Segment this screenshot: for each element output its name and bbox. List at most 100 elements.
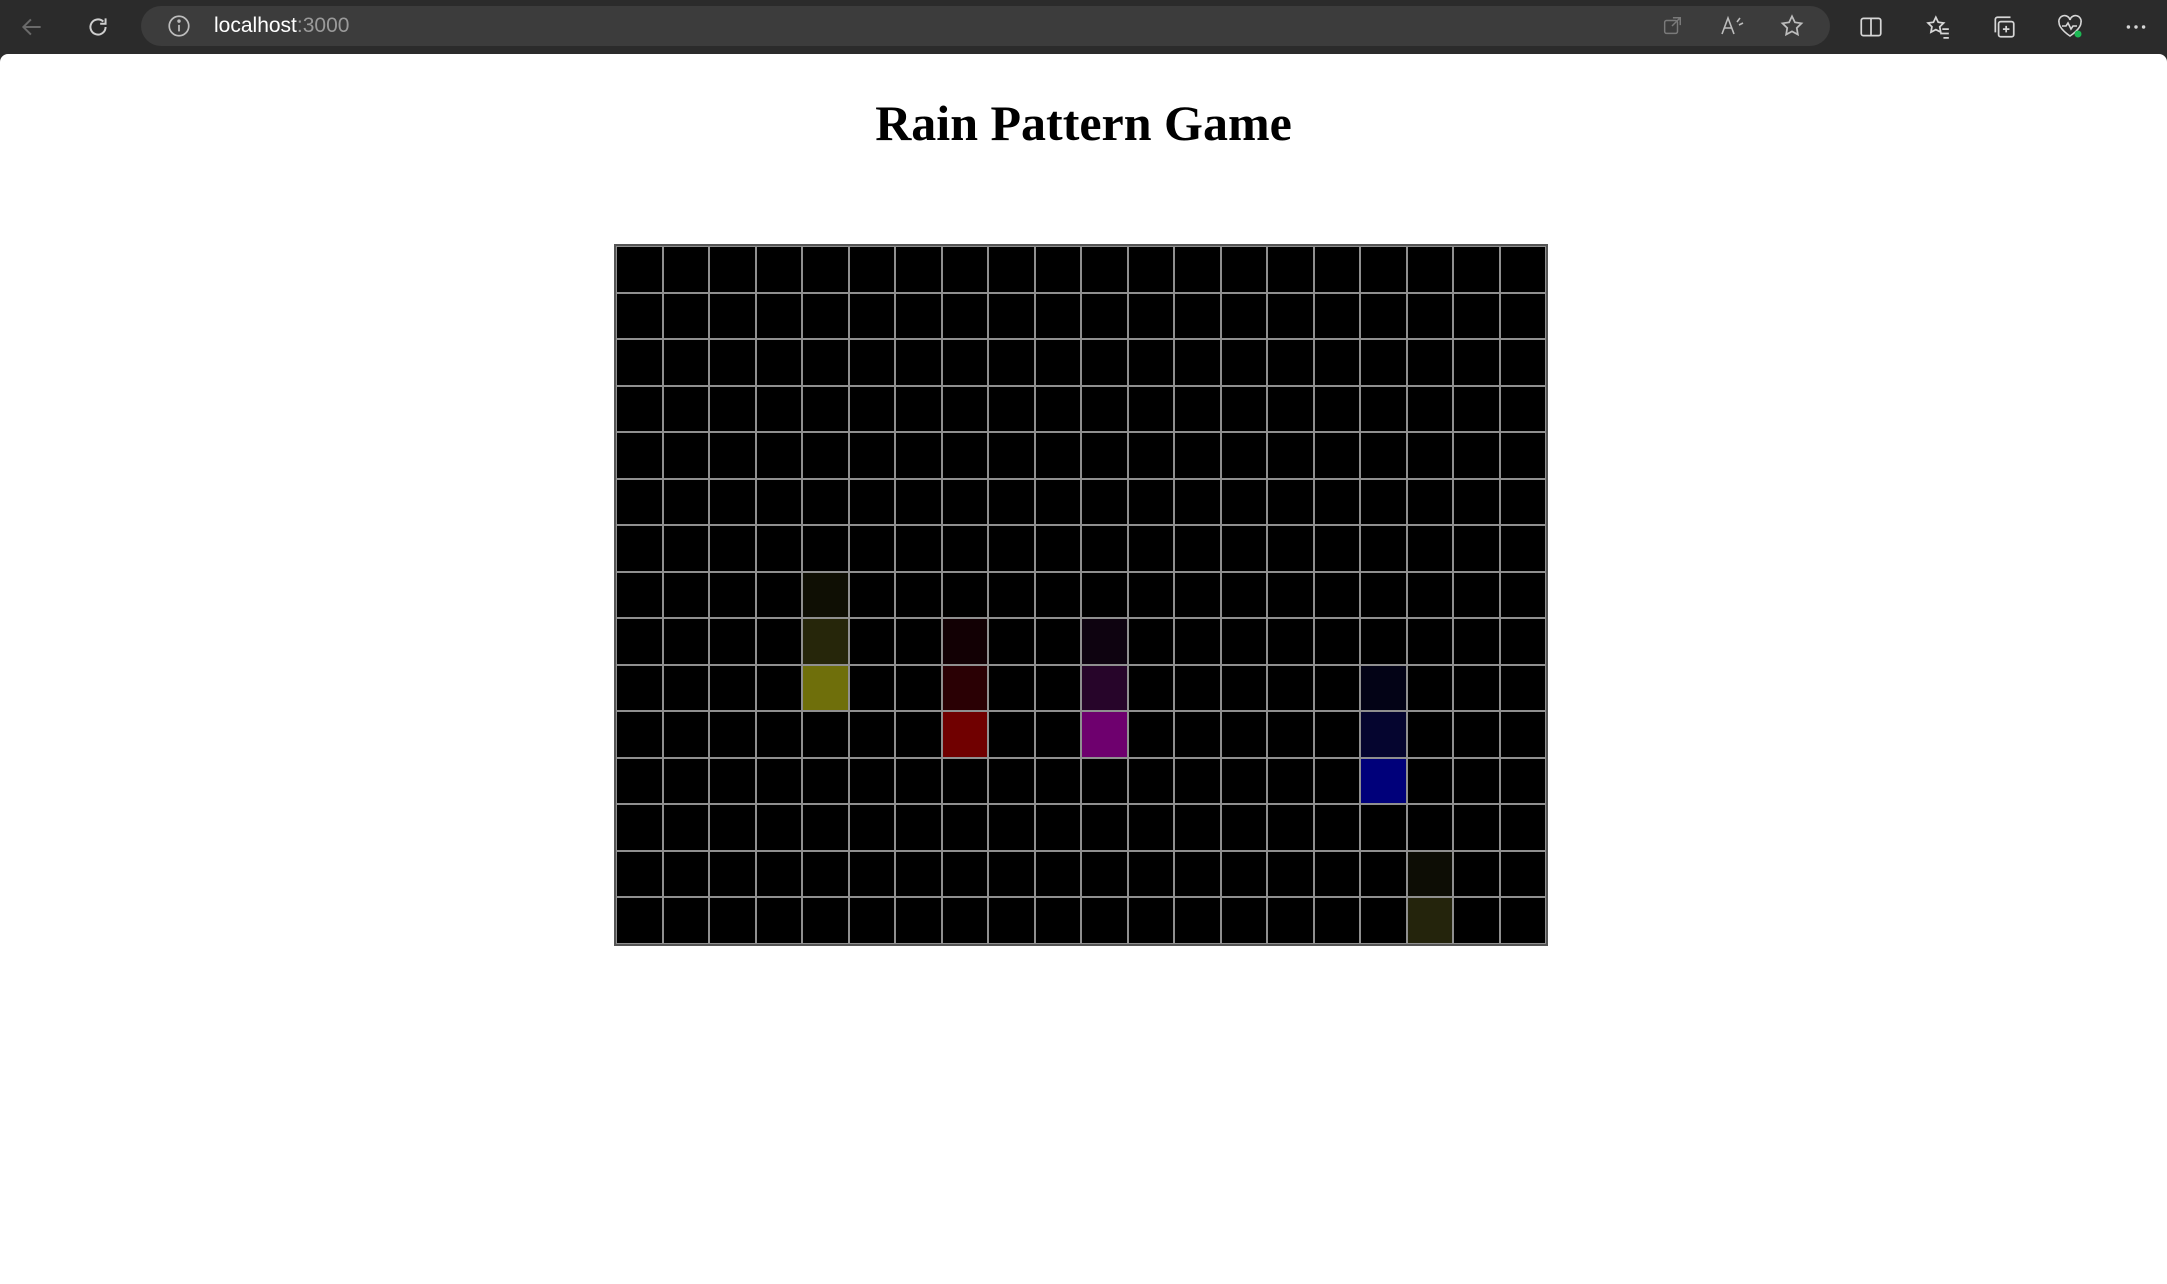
grid-cell[interactable] (1453, 478, 1500, 526)
grid-cell[interactable] (709, 664, 756, 712)
open-in-app-icon[interactable] (1658, 12, 1686, 40)
grid-cell[interactable] (848, 478, 895, 526)
grid-cell[interactable] (1313, 850, 1360, 898)
browser-essentials-button[interactable] (2050, 7, 2090, 47)
grid-cell[interactable] (709, 757, 756, 805)
grid-cell[interactable] (1267, 664, 1314, 712)
grid-cell[interactable] (802, 478, 849, 526)
grid-cell[interactable] (1453, 757, 1500, 805)
grid-cell[interactable] (1220, 618, 1267, 665)
grid-cell[interactable] (1081, 292, 1128, 340)
grid-cell[interactable] (1081, 711, 1128, 758)
grid-cell[interactable] (755, 292, 802, 340)
grid-cell[interactable] (1499, 757, 1546, 805)
grid-cell[interactable] (1499, 711, 1546, 758)
grid-cell[interactable] (709, 339, 756, 386)
grid-cell[interactable] (1453, 618, 1500, 665)
grid-cell[interactable] (895, 757, 942, 805)
grid-cell[interactable] (802, 432, 849, 479)
grid-cell[interactable] (1081, 664, 1128, 712)
grid-cell[interactable] (895, 385, 942, 433)
grid-cell[interactable] (1360, 850, 1407, 898)
grid-cell[interactable] (616, 525, 663, 572)
grid-cell[interactable] (1453, 711, 1500, 758)
grid-cell[interactable] (662, 711, 709, 758)
grid-cell[interactable] (1499, 664, 1546, 712)
grid-cell[interactable] (848, 618, 895, 665)
grid-cell[interactable] (848, 432, 895, 479)
grid-cell[interactable] (1081, 897, 1128, 944)
more-button[interactable] (2116, 7, 2156, 47)
grid-cell[interactable] (662, 850, 709, 898)
grid-cell[interactable] (1034, 292, 1081, 340)
grid-cell[interactable] (1127, 850, 1174, 898)
grid-cell[interactable] (941, 292, 988, 340)
grid-cell[interactable] (1174, 897, 1221, 944)
grid-cell[interactable] (616, 897, 663, 944)
grid-cell[interactable] (1034, 897, 1081, 944)
grid-cell[interactable] (1034, 385, 1081, 433)
grid-cell[interactable] (1267, 339, 1314, 386)
grid-cell[interactable] (709, 246, 756, 293)
grid-cell[interactable] (1127, 757, 1174, 805)
grid-cell[interactable] (755, 664, 802, 712)
grid-cell[interactable] (1174, 525, 1221, 572)
grid-cell[interactable] (1174, 432, 1221, 479)
grid-cell[interactable] (1453, 897, 1500, 944)
favorites-button[interactable] (1918, 7, 1958, 47)
grid-cell[interactable] (1453, 339, 1500, 386)
grid-cell[interactable] (1127, 478, 1174, 526)
grid-cell[interactable] (1127, 385, 1174, 433)
grid-cell[interactable] (1034, 432, 1081, 479)
grid-cell[interactable] (1267, 757, 1314, 805)
grid-cell[interactable] (848, 525, 895, 572)
grid-cell[interactable] (1406, 246, 1453, 293)
grid-cell[interactable] (709, 711, 756, 758)
grid-cell[interactable] (1267, 385, 1314, 433)
grid-cell[interactable] (755, 478, 802, 526)
grid-cell[interactable] (1174, 246, 1221, 293)
grid-cell[interactable] (895, 850, 942, 898)
grid-cell[interactable] (755, 757, 802, 805)
grid-cell[interactable] (1406, 525, 1453, 572)
grid-cell[interactable] (1034, 339, 1081, 386)
favorite-star-icon[interactable] (1778, 12, 1806, 40)
grid-cell[interactable] (1174, 339, 1221, 386)
grid-cell[interactable] (895, 246, 942, 293)
grid-cell[interactable] (616, 432, 663, 479)
grid-cell[interactable] (988, 525, 1035, 572)
grid-cell[interactable] (755, 897, 802, 944)
grid-cell[interactable] (1313, 246, 1360, 293)
grid-cell[interactable] (1360, 618, 1407, 665)
grid-cell[interactable] (1499, 478, 1546, 526)
grid-cell[interactable] (1220, 432, 1267, 479)
grid-cell[interactable] (895, 571, 942, 619)
grid-cell[interactable] (1406, 385, 1453, 433)
grid-cell[interactable] (1267, 292, 1314, 340)
grid-cell[interactable] (1034, 850, 1081, 898)
grid-cell[interactable] (1406, 432, 1453, 479)
grid-cell[interactable] (848, 804, 895, 851)
grid-cell[interactable] (709, 432, 756, 479)
grid-cell[interactable] (1267, 525, 1314, 572)
grid-cell[interactable] (1174, 478, 1221, 526)
grid-cell[interactable] (1267, 571, 1314, 619)
grid-cell[interactable] (802, 757, 849, 805)
collections-button[interactable] (1984, 7, 2024, 47)
grid-cell[interactable] (1174, 850, 1221, 898)
game-board[interactable] (614, 244, 1548, 946)
grid-cell[interactable] (1174, 618, 1221, 665)
grid-cell[interactable] (1453, 850, 1500, 898)
grid-cell[interactable] (662, 292, 709, 340)
grid-cell[interactable] (1406, 664, 1453, 712)
grid-cell[interactable] (1360, 804, 1407, 851)
grid-cell[interactable] (941, 432, 988, 479)
grid-cell[interactable] (895, 664, 942, 712)
grid-cell[interactable] (1360, 478, 1407, 526)
grid-cell[interactable] (709, 478, 756, 526)
grid-cell[interactable] (1267, 850, 1314, 898)
grid-cell[interactable] (941, 664, 988, 712)
grid-cell[interactable] (1406, 897, 1453, 944)
grid-cell[interactable] (848, 385, 895, 433)
grid-cell[interactable] (1220, 804, 1267, 851)
